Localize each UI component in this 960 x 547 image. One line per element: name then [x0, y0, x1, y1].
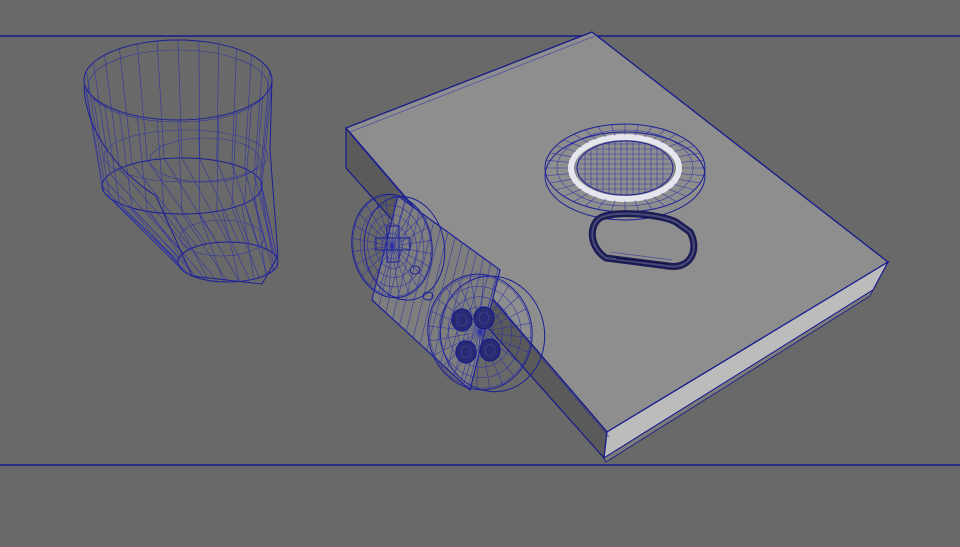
glass-object[interactable]: [83, 39, 279, 285]
viewport-canvas[interactable]: [0, 0, 960, 547]
3d-viewport[interactable]: [0, 0, 960, 547]
